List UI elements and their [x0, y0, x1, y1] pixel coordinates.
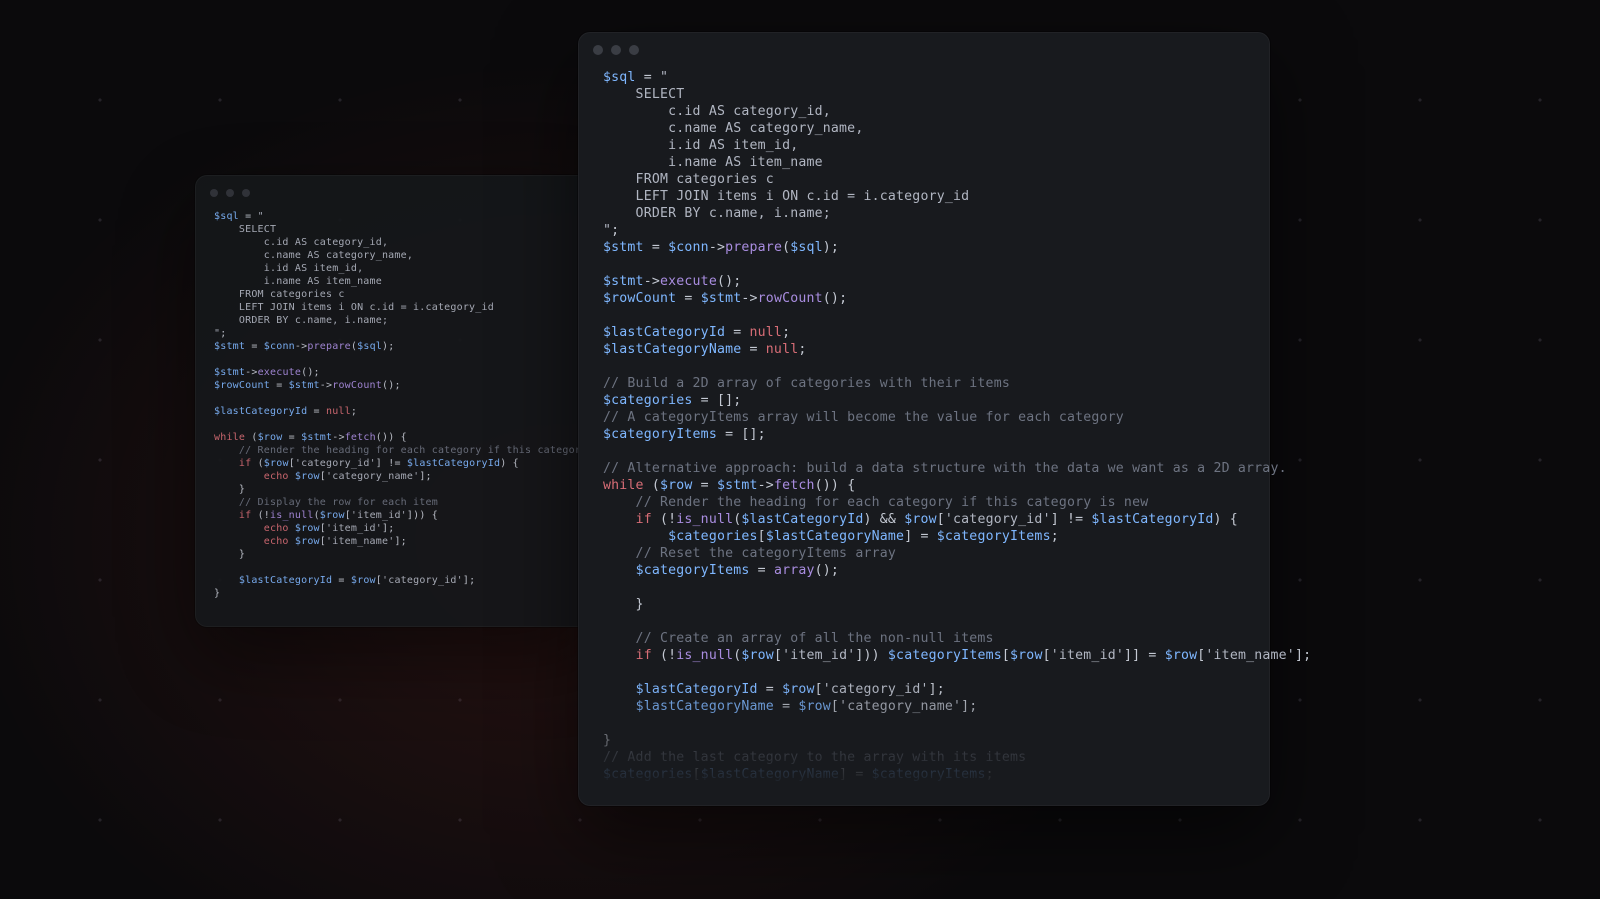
window-titlebar	[196, 176, 596, 210]
minimize-icon[interactable]	[611, 45, 621, 55]
code-window-front: $sql = " SELECT c.id AS category_id, c.n…	[578, 32, 1270, 806]
code-editor-content: $sql = " SELECT c.id AS category_id, c.n…	[196, 210, 596, 618]
close-icon[interactable]	[593, 45, 603, 55]
minimize-icon[interactable]	[226, 189, 234, 197]
window-titlebar	[579, 33, 1269, 67]
zoom-icon[interactable]	[629, 45, 639, 55]
code-editor-content: $sql = " SELECT c.id AS category_id, c.n…	[579, 67, 1269, 807]
close-icon[interactable]	[210, 189, 218, 197]
code-window-back: $sql = " SELECT c.id AS category_id, c.n…	[195, 175, 597, 627]
zoom-icon[interactable]	[242, 189, 250, 197]
